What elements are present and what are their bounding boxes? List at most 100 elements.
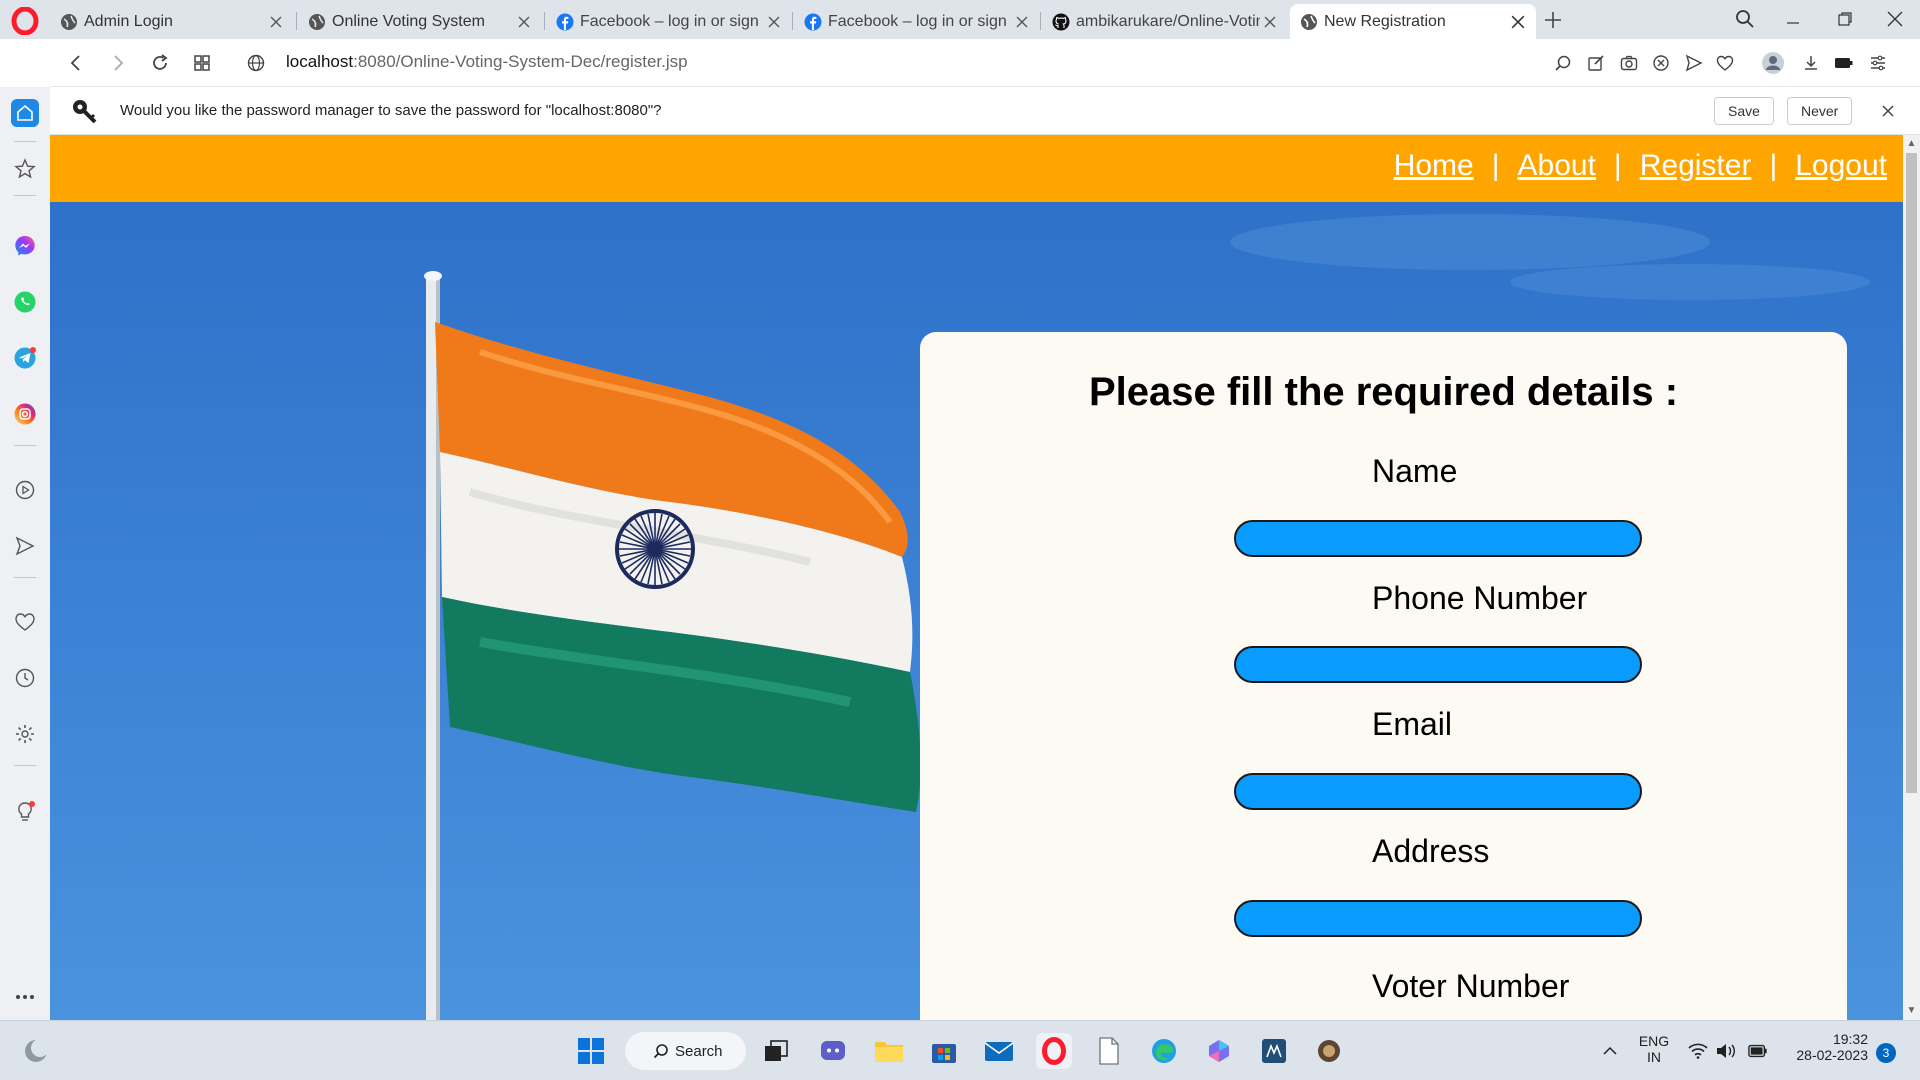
tab-title: Facebook – log in or sign u xyxy=(580,12,764,30)
weather-widget-icon[interactable] xyxy=(18,1033,54,1069)
url-field[interactable]: localhost:8080/Online-Voting-System-Dec/… xyxy=(286,52,688,72)
bookmarks-icon[interactable] xyxy=(11,155,39,183)
scroll-down-icon[interactable]: ▼ xyxy=(1906,1005,1917,1016)
tab-facebook-1[interactable]: Facebook – log in or sign u xyxy=(546,4,792,39)
speed-dial-icon[interactable] xyxy=(190,51,214,75)
history-clock-icon[interactable] xyxy=(11,664,39,692)
whatsapp-icon[interactable] xyxy=(11,288,39,316)
password-save-bar: Would you like the password manager to s… xyxy=(50,87,1920,135)
nav-register-link[interactable]: Register xyxy=(1640,149,1752,183)
microsoft-store-icon[interactable] xyxy=(926,1033,962,1069)
globe-icon xyxy=(1301,13,1317,30)
tab-search-icon[interactable] xyxy=(1730,6,1760,32)
nav-about-link[interactable]: About xyxy=(1518,149,1596,183)
download-icon[interactable] xyxy=(1800,52,1822,74)
messenger-icon[interactable] xyxy=(11,232,39,260)
url-path: :8080/Online-Voting-System-Dec/register.… xyxy=(353,52,688,71)
lens-search-icon[interactable] xyxy=(1552,52,1574,74)
search-icon xyxy=(653,1044,668,1059)
never-save-button[interactable]: Never xyxy=(1787,97,1853,125)
clock[interactable]: 19:32 28-02-2023 xyxy=(1778,1031,1868,1063)
wifi-icon[interactable] xyxy=(1688,1041,1708,1061)
close-icon[interactable] xyxy=(1878,101,1898,121)
task-view-icon[interactable] xyxy=(758,1033,794,1069)
phone-input[interactable] xyxy=(1234,646,1642,683)
registration-form: Please fill the required details : Name … xyxy=(920,332,1847,1020)
tab-admin-login[interactable]: Admin Login xyxy=(50,4,294,39)
nav-separator: | xyxy=(1613,149,1622,182)
nav-home-link[interactable]: Home xyxy=(1394,149,1474,183)
email-input[interactable] xyxy=(1234,773,1642,810)
edge-browser-icon[interactable] xyxy=(1146,1033,1182,1069)
blank-file-icon[interactable] xyxy=(1091,1033,1127,1069)
home-icon[interactable] xyxy=(11,99,39,127)
close-icon[interactable] xyxy=(266,12,286,32)
player-icon[interactable] xyxy=(11,476,39,504)
windows-taskbar: Search ENG IN 19:32 28-02-2023 3 xyxy=(0,1020,1920,1080)
name-input[interactable] xyxy=(1234,520,1642,557)
profile-avatar-icon[interactable] xyxy=(1760,50,1786,76)
app-tray-icon[interactable] xyxy=(1311,1033,1347,1069)
easy-setup-icon[interactable] xyxy=(1867,52,1889,74)
instagram-icon[interactable] xyxy=(11,400,39,428)
volume-icon[interactable] xyxy=(1716,1041,1736,1061)
close-icon[interactable] xyxy=(764,12,784,32)
pinboard-heart-icon[interactable] xyxy=(11,608,39,636)
copilot-app-icon[interactable] xyxy=(1201,1033,1237,1069)
lightbulb-tips-icon[interactable] xyxy=(11,798,39,826)
new-tab-plus-icon[interactable] xyxy=(1540,7,1566,33)
language-code: ENG xyxy=(1638,1033,1670,1049)
restore-icon[interactable] xyxy=(1830,6,1860,32)
scroll-up-icon[interactable]: ▲ xyxy=(1906,138,1917,149)
close-icon[interactable] xyxy=(1260,12,1280,32)
minimize-icon[interactable] xyxy=(1778,6,1808,32)
close-icon[interactable] xyxy=(1012,12,1032,32)
settings-gear-icon[interactable] xyxy=(11,720,39,748)
edit-icon[interactable] xyxy=(1585,52,1607,74)
site-info-globe-icon[interactable] xyxy=(244,51,268,75)
mail-icon[interactable] xyxy=(981,1033,1017,1069)
reload-icon[interactable] xyxy=(148,51,172,75)
back-icon[interactable] xyxy=(64,51,88,75)
heart-icon[interactable] xyxy=(1714,52,1736,74)
voter-number-label: Voter Number xyxy=(1372,968,1570,1004)
ad-block-icon[interactable] xyxy=(1650,52,1672,74)
mysql-workbench-icon[interactable] xyxy=(1256,1033,1292,1069)
show-hidden-icons-chevron-icon[interactable] xyxy=(1600,1041,1620,1061)
windows-start-icon[interactable] xyxy=(573,1033,609,1069)
forward-icon[interactable] xyxy=(106,51,130,75)
notification-count-badge[interactable]: 3 xyxy=(1876,1043,1896,1063)
page-scrollbar[interactable]: ▲ ▼ xyxy=(1903,135,1920,1020)
tab-github[interactable]: ambikarukare/Online-Votin xyxy=(1042,4,1288,39)
sidebar-divider xyxy=(14,577,36,578)
opera-logo-icon[interactable] xyxy=(10,7,40,35)
close-icon[interactable] xyxy=(1508,12,1528,32)
scrollbar-thumb[interactable] xyxy=(1906,153,1917,793)
address-input[interactable] xyxy=(1234,900,1642,937)
tab-online-voting-system[interactable]: Online Voting System xyxy=(298,4,542,39)
nav-separator: | xyxy=(1491,149,1500,182)
more-dots-icon[interactable] xyxy=(11,983,39,1011)
my-flow-icon[interactable] xyxy=(11,532,39,560)
file-explorer-icon[interactable] xyxy=(871,1033,907,1069)
sidebar-divider xyxy=(14,445,36,446)
taskbar-search-box[interactable]: Search xyxy=(625,1032,746,1070)
clock-date: 28-02-2023 xyxy=(1796,1047,1868,1063)
battery-icon[interactable] xyxy=(1748,1041,1768,1061)
language-indicator[interactable]: ENG IN xyxy=(1634,1033,1674,1065)
telegram-icon[interactable] xyxy=(11,344,39,372)
camera-icon[interactable] xyxy=(1618,52,1640,74)
tab-facebook-2[interactable]: Facebook – log in or sign u xyxy=(794,4,1040,39)
tab-new-registration[interactable]: New Registration xyxy=(1290,4,1536,39)
close-icon[interactable] xyxy=(514,12,534,32)
save-password-button[interactable]: Save xyxy=(1714,97,1774,125)
send-icon[interactable] xyxy=(1683,52,1705,74)
language-region: IN xyxy=(1647,1049,1661,1065)
nav-logout-link[interactable]: Logout xyxy=(1795,149,1887,183)
opera-taskbar-icon[interactable] xyxy=(1036,1033,1072,1069)
teams-chat-icon[interactable] xyxy=(815,1033,851,1069)
window-close-icon[interactable] xyxy=(1880,6,1910,32)
tab-title: New Registration xyxy=(1324,12,1446,30)
battery-saver-icon[interactable] xyxy=(1833,52,1855,74)
sidebar-divider xyxy=(14,141,36,142)
